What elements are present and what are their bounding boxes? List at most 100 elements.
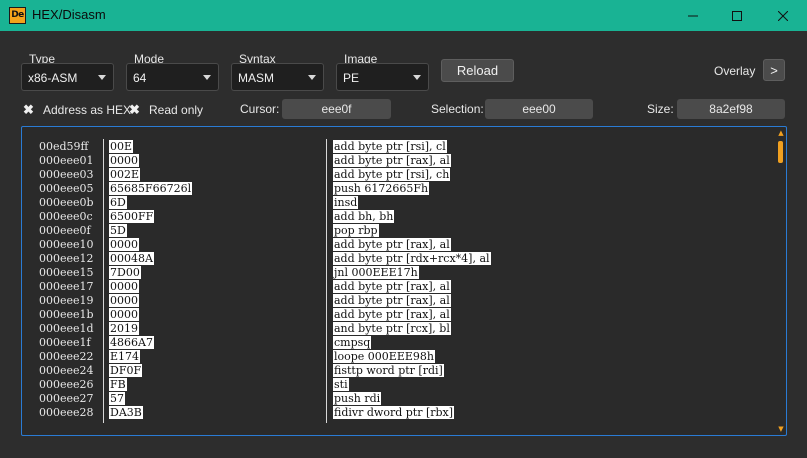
minimize-button[interactable] [670,0,716,31]
table-row[interactable]: 000eee0b 6D insd [22,196,782,210]
table-row[interactable]: 00ed59ff 00E add byte ptr [rsi], cl [22,140,782,154]
hex-disasm-view[interactable]: 00ed59ff 00E add byte ptr [rsi], cl 000eee0… [21,126,787,436]
table-row[interactable]: 000eee27 57 push rdi [22,392,782,406]
hex-cell[interactable]: 6500FF [109,210,155,224]
asm-cell[interactable]: loope 000EEE98h [333,350,435,364]
selection-field[interactable]: eee00 [485,99,593,119]
hex-cell[interactable]: 0000 [109,154,139,168]
table-row[interactable]: 000eee19 0000 add byte ptr [rax], al [22,294,782,308]
hex-cell[interactable]: 6D [109,196,127,210]
read-only-checkbox[interactable]: ✖ Read only [129,102,203,118]
asm-instruction: add byte ptr [rsi], ch [333,168,451,181]
app-logo-icon: De [9,7,26,24]
hex-cell[interactable]: 0000 [109,280,139,294]
table-row[interactable]: 000eee22 E174 loope 000EEE98h [22,350,782,364]
hex-bytes: 0000 [109,280,139,293]
table-row[interactable]: 000eee10 0000 add byte ptr [rax], al [22,238,782,252]
hex-cell[interactable]: 00048A [109,252,154,266]
hex-cell[interactable]: 0000 [109,238,139,252]
asm-instruction: add byte ptr [rax], al [333,294,451,307]
type-select[interactable]: x86-ASM [21,63,114,91]
asm-cell[interactable]: fidivr dword ptr [rbx] [333,406,455,420]
asm-cell[interactable]: cmpsq [333,336,372,350]
hex-cell[interactable]: 4866A7 [109,336,154,350]
table-row[interactable]: 000eee17 0000 add byte ptr [rax], al [22,280,782,294]
table-row[interactable]: 000eee15 7D00 jnl 000EEE17h [22,266,782,280]
size-field[interactable]: 8a2ef98 [677,99,785,119]
asm-cell[interactable]: add byte ptr [rsi], ch [333,168,451,182]
hex-cell[interactable]: 00E [109,140,134,154]
hex-cell[interactable]: 7D00 [109,266,141,280]
syntax-select[interactable]: MASM [231,63,324,91]
address-as-hex-checkbox[interactable]: ✖ Address as HEX [23,102,131,118]
scroll-thumb[interactable] [778,141,783,163]
hex-cell[interactable]: 57 [109,392,125,406]
asm-instruction: push 6172665Fh [333,182,430,195]
asm-cell[interactable]: add byte ptr [rax], al [333,154,451,168]
asm-cell[interactable]: add byte ptr [rax], al [333,280,451,294]
hex-bytes: 4866A7 [109,336,154,349]
address-cell: 000eee28 [39,406,94,419]
table-row[interactable]: 000eee28 DA3B fidivr dword ptr [rbx] [22,406,782,420]
asm-cell[interactable]: push rdi [333,392,382,406]
image-select[interactable]: PE [336,63,429,91]
address-cell: 000eee17 [39,280,94,293]
hex-bytes: 002E [109,168,141,181]
table-row[interactable]: 000eee0f 5D pop rbp [22,224,782,238]
hex-bytes: E174 [109,350,141,363]
asm-instruction: pop rbp [333,224,379,237]
hex-bytes: DF0F [109,364,143,377]
table-row[interactable]: 000eee1b 0000 add byte ptr [rax], al [22,308,782,322]
table-row[interactable]: 000eee26 FB sti [22,378,782,392]
asm-instruction: and byte ptr [rcx], bl [333,322,451,335]
table-row[interactable]: 000eee05 65685F66726l push 6172665Fh [22,182,782,196]
scroll-up-icon[interactable]: ▲ [777,129,785,137]
asm-cell[interactable]: add byte ptr [rax], al [333,238,451,252]
asm-cell[interactable]: add byte ptr [rax], al [333,308,451,322]
asm-cell[interactable]: push 6172665Fh [333,182,430,196]
address-cell: 000eee05 [39,182,94,195]
hex-bytes: 00048A [109,252,154,265]
asm-cell[interactable]: jnl 000EEE17h [333,266,419,280]
table-row[interactable]: 000eee12 00048A add byte ptr [rdx+rcx*4], … [22,252,782,266]
mode-select[interactable]: 64 [126,63,219,91]
hex-cell[interactable]: 5D [109,224,127,238]
maximize-button[interactable] [714,0,760,31]
table-row[interactable]: 000eee0c 6500FF add bh, bh [22,210,782,224]
address-cell: 000eee1b [39,308,94,321]
hex-cell[interactable]: 0000 [109,294,139,308]
close-button[interactable] [760,0,806,31]
asm-cell[interactable]: insd [333,196,359,210]
hex-cell[interactable]: DF0F [109,364,143,378]
asm-cell[interactable]: add bh, bh [333,210,395,224]
table-row[interactable]: 000eee01 0000 add byte ptr [rax], al [22,154,782,168]
address-cell: 000eee26 [39,378,94,391]
vertical-scrollbar[interactable]: ▲ ▼ [777,129,785,433]
cursor-field[interactable]: eee0f [282,99,391,119]
table-row[interactable]: 000eee24 DF0F fisttp word ptr [rdi] [22,364,782,378]
hex-cell[interactable]: 0000 [109,308,139,322]
address-cell: 000eee12 [39,252,94,265]
asm-cell[interactable]: and byte ptr [rcx], bl [333,322,451,336]
overlay-button[interactable]: > [763,59,785,81]
hex-cell[interactable]: 2019 [109,322,139,336]
hex-cell[interactable]: DA3B [109,406,143,420]
asm-cell[interactable]: add byte ptr [rsi], cl [333,140,447,154]
hex-cell[interactable]: 65685F66726l [109,182,193,196]
hex-bytes: 6D [109,196,127,209]
asm-cell[interactable]: sti [333,378,349,392]
asm-cell[interactable]: fisttp word ptr [rdi] [333,364,444,378]
hex-cell[interactable]: FB [109,378,127,392]
table-row[interactable]: 000eee1d 2019 and byte ptr [rcx], bl [22,322,782,336]
reload-button[interactable]: Reload [441,59,514,82]
table-row[interactable]: 000eee03 002E add byte ptr [rsi], ch [22,168,782,182]
table-row[interactable]: 000eee1f 4866A7 cmpsq [22,336,782,350]
asm-cell[interactable]: add byte ptr [rdx+rcx*4], al [333,252,491,266]
scroll-down-icon[interactable]: ▼ [777,425,785,433]
hex-bytes: 0000 [109,294,139,307]
hex-cell[interactable]: 002E [109,168,141,182]
chevron-down-icon [203,75,211,80]
hex-cell[interactable]: E174 [109,350,141,364]
asm-cell[interactable]: pop rbp [333,224,379,238]
asm-cell[interactable]: add byte ptr [rax], al [333,294,451,308]
